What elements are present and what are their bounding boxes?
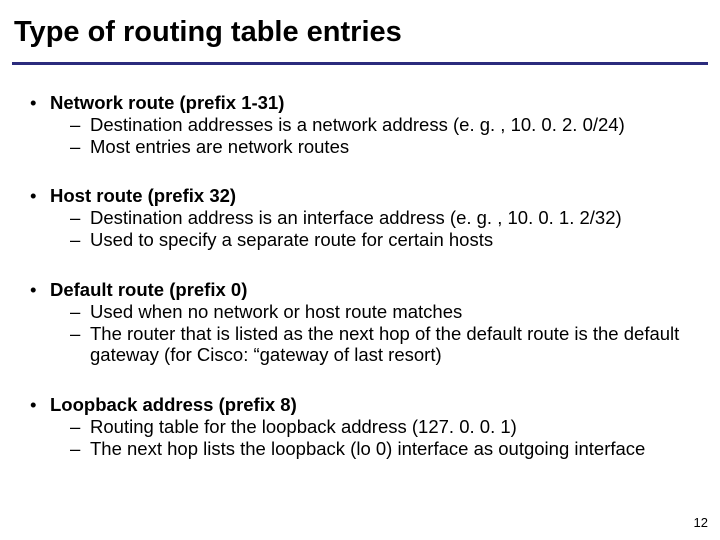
bullet-sub: Routing table for the loopback address (… — [28, 416, 700, 438]
page-number: 12 — [694, 515, 708, 530]
bullet-group: Host route (prefix 32) Destination addre… — [28, 185, 700, 250]
bullet-group: Network route (prefix 1-31) Destination … — [28, 92, 700, 157]
slide: Type of routing table entries Network ro… — [0, 0, 720, 540]
bullet-group: Default route (prefix 0) Used when no ne… — [28, 279, 700, 366]
bullet-group: Loopback address (prefix 8) Routing tabl… — [28, 394, 700, 459]
slide-body: Network route (prefix 1-31) Destination … — [28, 92, 700, 460]
title-underline — [12, 62, 708, 65]
bullet-sub: The router that is listed as the next ho… — [28, 323, 700, 367]
bullet-heading: Host route (prefix 32) — [28, 185, 700, 207]
bullet-sub: Used when no network or host route match… — [28, 301, 700, 323]
bullet-sub: Destination addresses is a network addre… — [28, 114, 700, 136]
bullet-sub: Destination address is an interface addr… — [28, 207, 700, 229]
bullet-sub: Most entries are network routes — [28, 136, 700, 158]
bullet-heading: Default route (prefix 0) — [28, 279, 700, 301]
bullet-sub: The next hop lists the loopback (lo 0) i… — [28, 438, 700, 460]
slide-title: Type of routing table entries — [14, 16, 402, 49]
bullet-sub: Used to specify a separate route for cer… — [28, 229, 700, 251]
bullet-heading: Network route (prefix 1-31) — [28, 92, 700, 114]
bullet-heading: Loopback address (prefix 8) — [28, 394, 700, 416]
